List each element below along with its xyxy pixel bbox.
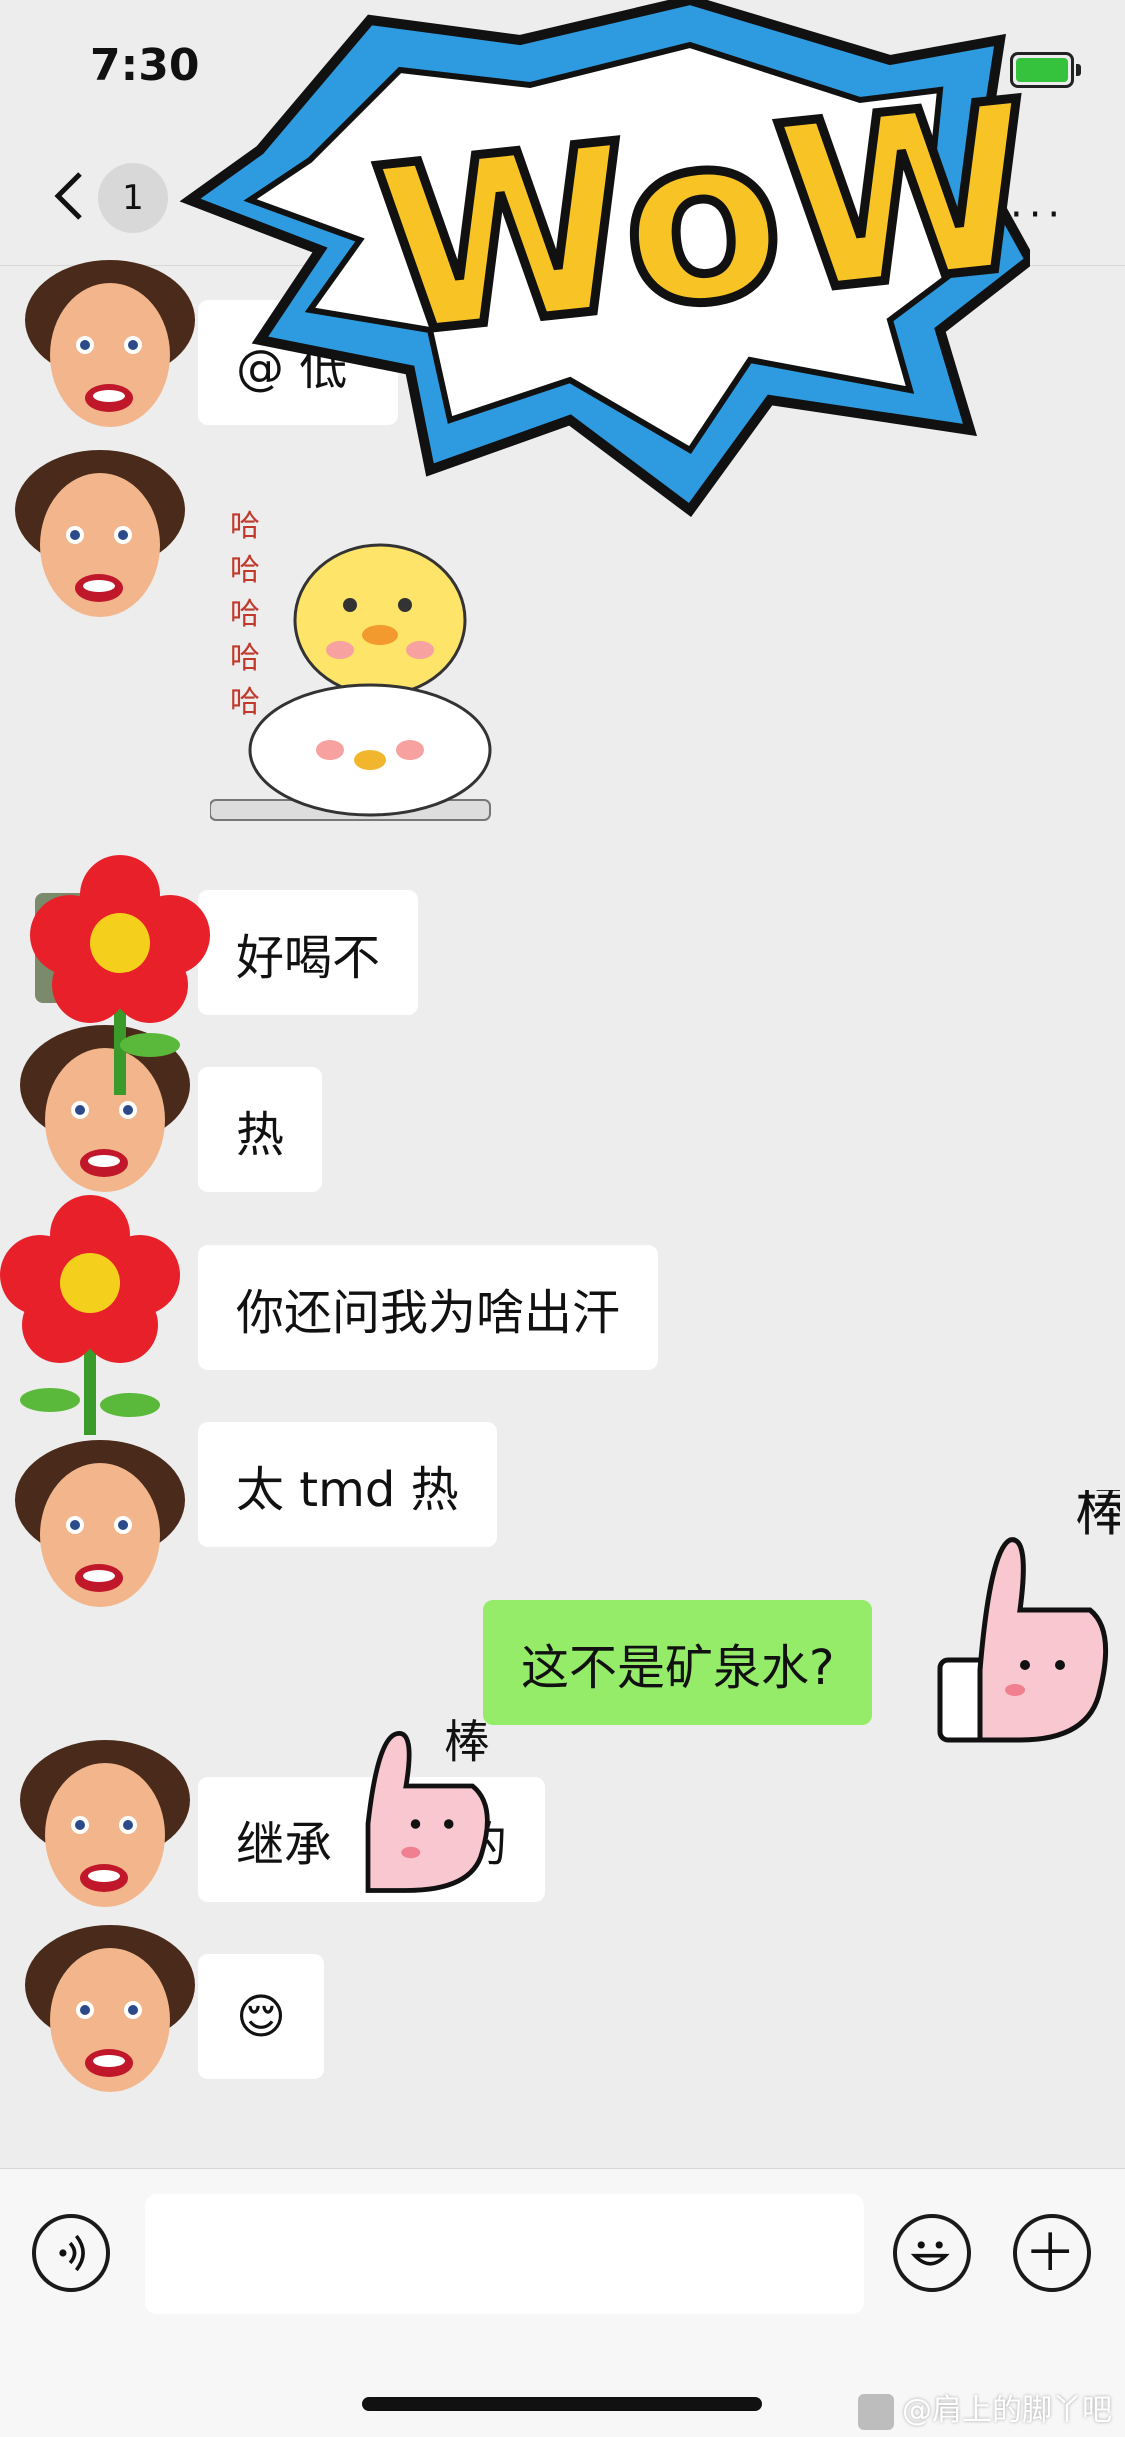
message-text: 好喝不 bbox=[236, 929, 381, 986]
plus-icon[interactable] bbox=[1013, 2214, 1091, 2292]
watermark: @肩上的脚丫吧 bbox=[858, 2385, 1112, 2430]
avatar[interactable] bbox=[5, 440, 195, 630]
thumb-sticker-text: 棒 bbox=[1075, 1490, 1120, 1544]
message-input[interactable] bbox=[145, 2194, 864, 2314]
avatar[interactable] bbox=[15, 1915, 205, 2105]
message-emoji: 😌 bbox=[236, 1988, 287, 2045]
home-indicator[interactable] bbox=[362, 2397, 762, 2411]
flower-sticker bbox=[30, 855, 210, 1095]
message-text: 继承 bbox=[236, 1816, 333, 1873]
avatar[interactable] bbox=[5, 1430, 195, 1620]
message-bubble: 好喝不 bbox=[198, 890, 419, 1015]
thumb-sticker-text: 棒 bbox=[444, 1716, 490, 1769]
flower-sticker bbox=[0, 1195, 180, 1435]
message-bubble: 你还问我为啥出汗 bbox=[198, 1245, 659, 1370]
wow-sticker: WoW! bbox=[179, 0, 1030, 518]
message-text: 太 tmd 热 bbox=[236, 1461, 459, 1518]
unread-count-badge[interactable]: 1 bbox=[98, 163, 168, 233]
watermark-logo-icon bbox=[858, 2393, 894, 2430]
voice-input-icon[interactable] bbox=[32, 2214, 110, 2292]
message-text: 这不是矿泉水? bbox=[521, 1639, 835, 1696]
thumbs-up-sticker: 棒 bbox=[937, 1490, 1120, 1743]
avatar[interactable] bbox=[10, 1730, 200, 1920]
emoji-icon[interactable] bbox=[893, 2214, 971, 2292]
message-bubble: 😌 bbox=[198, 1954, 325, 2079]
message-text: 你还问我为啥出汗 bbox=[236, 1284, 621, 1341]
back-chevron-icon[interactable] bbox=[42, 166, 102, 226]
message-bubble: 太 tmd 热 bbox=[198, 1422, 497, 1547]
message-bubble: 热 bbox=[198, 1067, 323, 1192]
watermark-text: @肩上的脚丫吧 bbox=[902, 2393, 1112, 2428]
thumbs-up-sticker: 棒 bbox=[365, 1716, 490, 1893]
message-text: 热 bbox=[236, 1106, 285, 1163]
message-bubble-mine: 这不是矿泉水? bbox=[483, 1600, 873, 1725]
